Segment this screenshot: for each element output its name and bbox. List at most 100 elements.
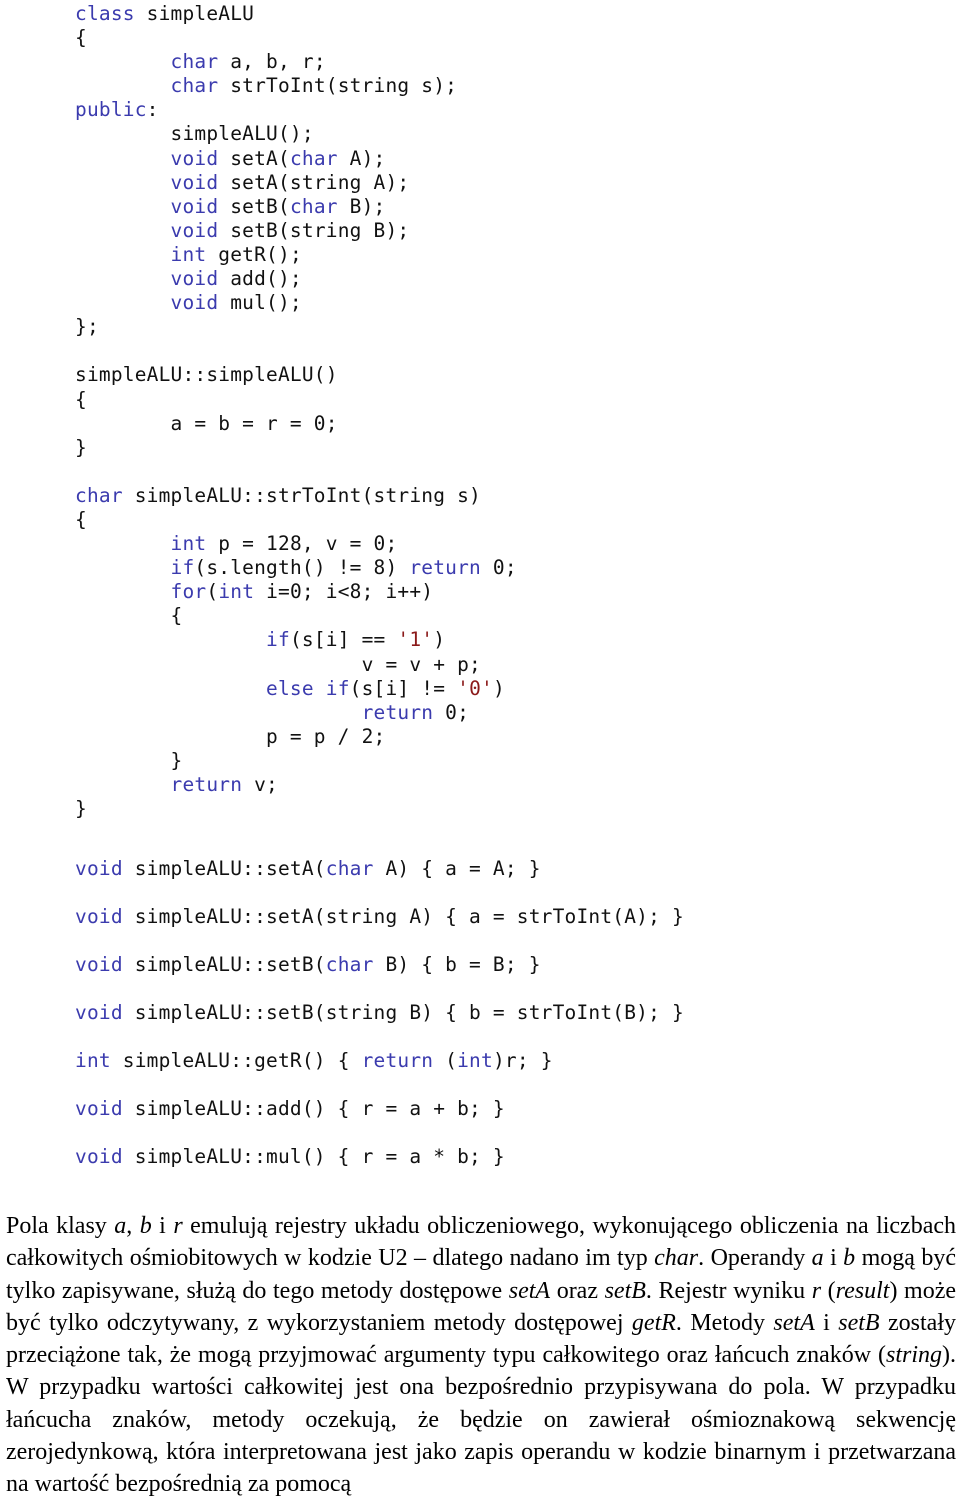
- emphasis-term: setB: [604, 1277, 646, 1304]
- emphasis-term: getR: [631, 1309, 676, 1336]
- code-text: simpleALU();: [170, 122, 314, 146]
- code-keyword: if: [170, 556, 195, 580]
- prose-text: i: [151, 1213, 174, 1239]
- code-text: (: [433, 1049, 458, 1073]
- code-line: char strToInt(string s);: [0, 74, 960, 98]
- code-line: void simpleALU::setA(string A) { a = str…: [0, 893, 960, 941]
- code-text: v = v + p;: [361, 652, 481, 676]
- code-keyword: class: [75, 2, 135, 25]
- code-line: p = p / 2;: [0, 725, 960, 749]
- code-keyword: char: [170, 50, 219, 74]
- code-keyword: char: [325, 857, 374, 881]
- code-text: getR();: [206, 242, 302, 266]
- code-line: void setA(char A);: [0, 147, 960, 171]
- code-keyword: return: [361, 700, 434, 724]
- code-text: ): [492, 676, 505, 700]
- code-line: if(s.length() != 8) return 0;: [0, 556, 960, 580]
- code-text: simpleALU::simpleALU(): [75, 363, 338, 387]
- prose-text: i: [814, 1309, 839, 1336]
- code-keyword: int: [218, 580, 255, 604]
- code-keyword: void: [75, 905, 123, 929]
- emphasis-term: r: [811, 1277, 822, 1304]
- code-line: void mul();: [0, 291, 960, 315]
- emphasis-term: char: [654, 1245, 699, 1272]
- prose-text: ,: [126, 1213, 140, 1239]
- code-line: for(int i=0; i<8; i++): [0, 580, 960, 604]
- code-keyword: if: [266, 628, 290, 652]
- code-text: simpleALU::setB(: [122, 953, 326, 977]
- code-keyword: void: [170, 170, 219, 194]
- code-text: v;: [242, 773, 278, 796]
- code-line: void add();: [0, 267, 960, 291]
- code-keyword: return: [361, 1049, 434, 1073]
- code-text: strToInt(string s);: [218, 74, 458, 98]
- code-line: public:: [0, 98, 960, 122]
- code-text: }: [75, 435, 87, 459]
- code-text: setB(: [218, 194, 290, 218]
- code-line: void setB(string B);: [0, 219, 960, 243]
- code-text: mul();: [218, 291, 302, 315]
- code-line: char simpleALU::strToInt(string s): [0, 484, 960, 508]
- code-line: int simpleALU::getR() { return (int)r; }: [0, 1037, 960, 1085]
- code-line: char a, b, r;: [0, 50, 960, 74]
- code-line: simpleALU::simpleALU(): [0, 363, 960, 387]
- code-line: void setA(string A);: [0, 171, 960, 195]
- code-text: setB(string B);: [218, 218, 410, 242]
- emphasis-term: a: [114, 1213, 127, 1239]
- code-line: if(s[i] == '1'): [0, 628, 960, 652]
- code-text: i=0; i<8; i++): [254, 580, 434, 604]
- code-keyword: void: [75, 1001, 123, 1025]
- code-text: )r; }: [492, 1049, 553, 1073]
- code-line: {: [0, 508, 960, 532]
- code-keyword: int: [457, 1049, 493, 1073]
- emphasis-term: r: [173, 1213, 183, 1239]
- code-text: B) { b = B; }: [373, 953, 541, 977]
- code-keyword: char: [170, 74, 219, 98]
- code-line: else if(s[i] != '0'): [0, 677, 960, 701]
- code-keyword: else: [266, 676, 314, 700]
- code-text: :: [146, 98, 159, 122]
- code-text: simpleALU::setB(string B) { b = strToInt…: [122, 1001, 684, 1025]
- prose-text: . Operandy: [698, 1245, 812, 1272]
- emphasis-term: setB: [838, 1309, 880, 1336]
- emphasis-term: a: [811, 1245, 824, 1272]
- code-text: }: [170, 748, 183, 772]
- code-keyword: void: [75, 953, 123, 977]
- code-line: void simpleALU::mul() { r = a * b; }: [0, 1133, 960, 1181]
- code-text: a, b, r;: [218, 50, 326, 74]
- code-text: (: [206, 580, 219, 604]
- code-line: void setB(char B);: [0, 195, 960, 219]
- code-text: {: [75, 507, 87, 531]
- code-keyword: int: [170, 532, 207, 556]
- code-keyword: void: [170, 291, 219, 315]
- code-keyword: char: [289, 146, 338, 170]
- code-text: p = 128, v = 0;: [206, 532, 398, 556]
- code-line: a = b = r = 0;: [0, 412, 960, 436]
- code-line: void simpleALU::setB(string B) { b = str…: [0, 989, 960, 1037]
- prose-text: (: [821, 1277, 836, 1304]
- code-text: A) { a = A; }: [373, 857, 541, 881]
- document-page: class simpleALU{ char a, b, r; char strT…: [0, 0, 960, 1497]
- code-line: {: [0, 26, 960, 50]
- code-text: (s[i] ==: [289, 628, 398, 652]
- emphasis-term: result: [835, 1277, 890, 1304]
- prose-text: oraz: [550, 1277, 605, 1304]
- code-text: (s[i] !=: [349, 676, 458, 700]
- code-keyword: public: [75, 98, 147, 122]
- code-keyword: void: [170, 267, 219, 291]
